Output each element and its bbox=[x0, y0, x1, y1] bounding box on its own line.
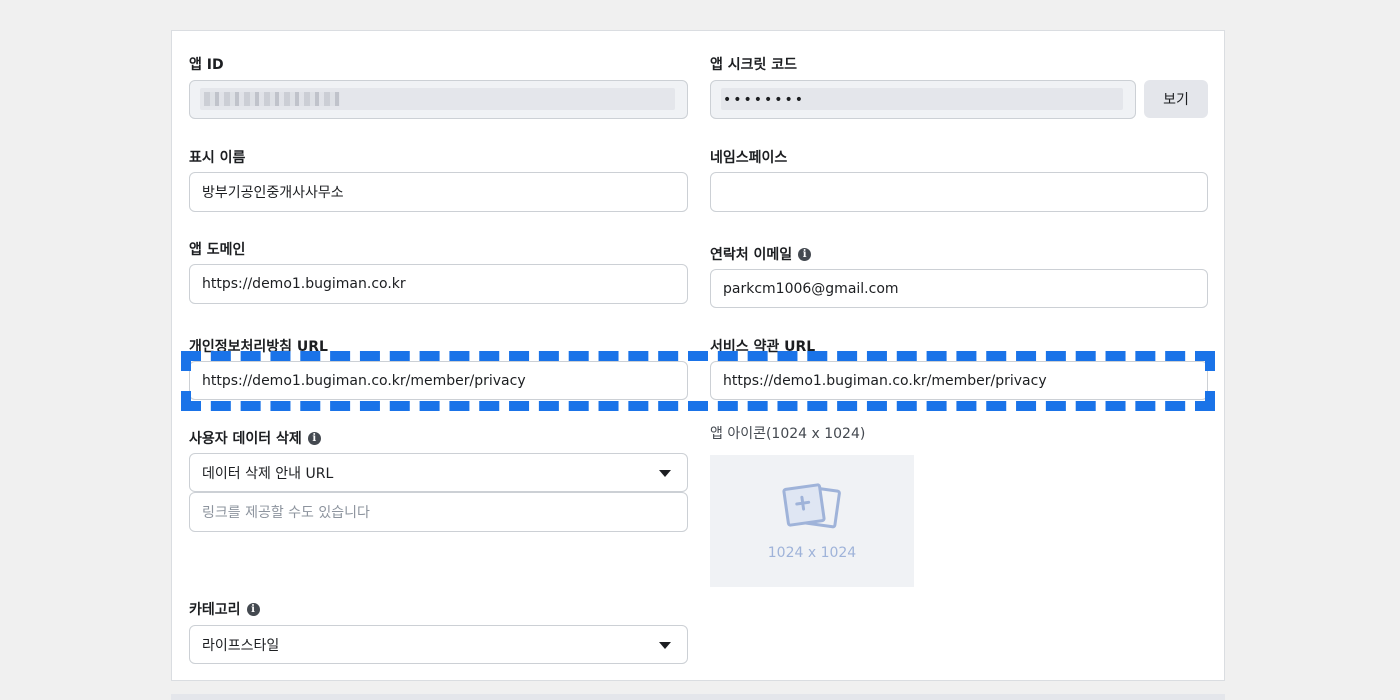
info-icon[interactable]: i bbox=[798, 247, 812, 261]
contact-email-input[interactable]: parkcm1006@gmail.com bbox=[710, 269, 1208, 308]
image-placeholder-icon bbox=[782, 483, 841, 529]
basic-settings-card bbox=[171, 30, 1225, 681]
next-card-edge bbox=[171, 694, 1225, 700]
namespace-input[interactable] bbox=[710, 172, 1208, 212]
category-label: 카테고리 i bbox=[189, 599, 260, 619]
app-id-label: 앱 ID bbox=[189, 57, 224, 73]
app-domain-input[interactable]: https://demo1.bugiman.co.kr bbox=[189, 264, 688, 304]
display-name-input[interactable]: 방부기공인중개사사무소 bbox=[189, 172, 688, 212]
category-select[interactable]: 라이프스타일 bbox=[189, 625, 688, 664]
terms-url-input[interactable]: https://demo1.bugiman.co.kr/member/priva… bbox=[710, 361, 1208, 400]
data-deletion-label: 사용자 데이터 삭제 i bbox=[189, 428, 321, 448]
app-icon-label: 앱 아이콘(1024 x 1024) bbox=[710, 426, 866, 442]
app-secret-label: 앱 시크릿 코드 bbox=[710, 57, 798, 73]
namespace-label: 네임스페이스 bbox=[710, 150, 788, 166]
info-icon[interactable]: i bbox=[307, 431, 321, 445]
contact-email-label: 연락처 이메일 i bbox=[710, 244, 812, 264]
info-icon[interactable]: i bbox=[246, 602, 260, 616]
display-name-label: 표시 이름 bbox=[189, 150, 246, 166]
app-domain-label: 앱 도메인 bbox=[189, 242, 246, 258]
caret-down-icon bbox=[659, 469, 671, 477]
privacy-url-input[interactable]: https://demo1.bugiman.co.kr/member/priva… bbox=[189, 361, 688, 400]
terms-url-label: 서비스 약관 URL bbox=[710, 339, 816, 355]
app-id-field[interactable] bbox=[189, 80, 688, 119]
app-icon-caption: 1024 x 1024 bbox=[767, 545, 857, 561]
app-id-redacted bbox=[200, 88, 675, 110]
caret-down-icon bbox=[659, 641, 671, 649]
data-deletion-url-input[interactable]: 링크를 제공할 수도 있습니다 bbox=[189, 492, 688, 532]
privacy-url-label: 개인정보처리방침 URL bbox=[189, 339, 328, 355]
app-secret-field[interactable]: •••••••• bbox=[710, 80, 1136, 119]
app-icon-upload[interactable]: 1024 x 1024 bbox=[710, 455, 914, 587]
show-secret-button[interactable]: 보기 bbox=[1144, 80, 1208, 118]
data-deletion-select[interactable]: 데이터 삭제 안내 URL bbox=[189, 453, 688, 492]
app-secret-value: •••••••• bbox=[723, 91, 806, 108]
